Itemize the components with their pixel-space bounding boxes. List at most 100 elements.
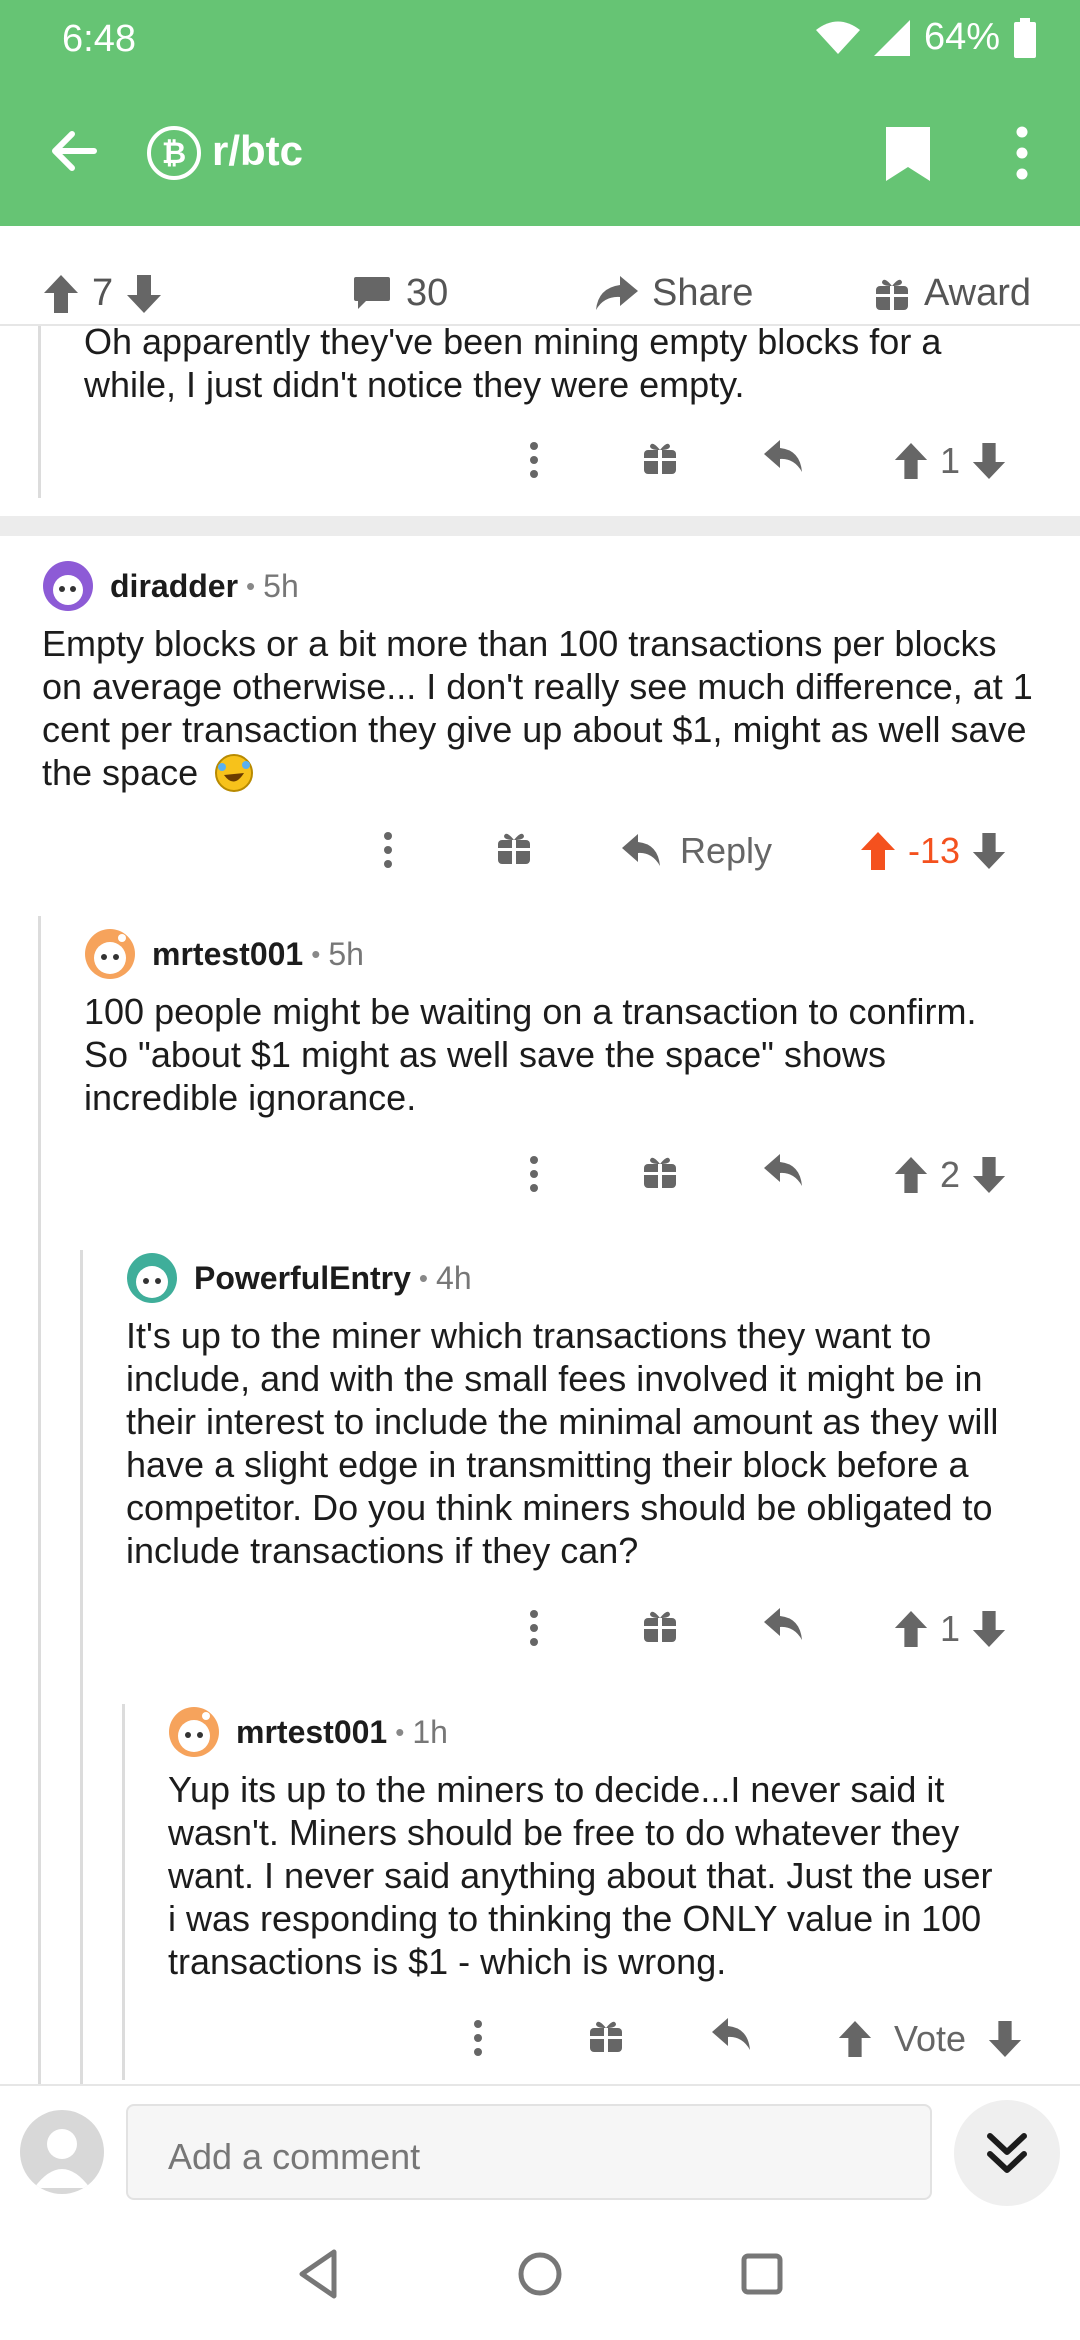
comment-score: 2 bbox=[940, 1154, 961, 1195]
downvote-icon[interactable] bbox=[972, 1611, 1006, 1647]
back-arrow-icon[interactable] bbox=[44, 121, 104, 181]
meta-separator: • bbox=[246, 570, 256, 601]
subreddit-title[interactable]: r/btc bbox=[212, 127, 303, 175]
gift-icon bbox=[644, 1157, 676, 1188]
nav-recents-icon[interactable] bbox=[732, 2244, 792, 2304]
comment-more-button[interactable] bbox=[472, 2018, 484, 2058]
upvote-icon[interactable] bbox=[860, 832, 896, 870]
app-bar: ₿ r/btc bbox=[0, 95, 1080, 210]
add-comment-input[interactable]: Add a comment bbox=[126, 2104, 932, 2200]
comment-score: 1 bbox=[940, 1608, 961, 1649]
comment-meta: mrtest001 • 1h bbox=[168, 1706, 448, 1758]
comment-award-button[interactable] bbox=[642, 440, 678, 476]
share-icon bbox=[596, 275, 638, 310]
comment-reply-button[interactable] bbox=[764, 1608, 804, 1642]
signal-icon bbox=[873, 19, 910, 56]
gift-icon bbox=[590, 2021, 622, 2052]
comment-actions: Reply -13 bbox=[0, 826, 1080, 886]
comment-score: -13 bbox=[908, 830, 961, 871]
comment-award-button[interactable] bbox=[496, 830, 532, 866]
post-award-label: Award bbox=[924, 272, 1032, 314]
status-time: 6:48 bbox=[62, 18, 136, 60]
my-avatar[interactable] bbox=[20, 2110, 104, 2194]
comment-more-button[interactable] bbox=[382, 830, 394, 870]
comment-body: Empty blocks or a bit more than 100 tran… bbox=[42, 623, 1033, 793]
meta-separator: • bbox=[395, 1716, 405, 1747]
more-vert-icon bbox=[530, 1610, 538, 1646]
comment-age: 1h bbox=[412, 1713, 448, 1750]
upvote-icon[interactable] bbox=[838, 2021, 872, 2057]
comment-reply-button[interactable] bbox=[764, 1154, 804, 1188]
username[interactable]: mrtest001 bbox=[236, 1714, 387, 1751]
status-bar: 6:48 64% bbox=[0, 0, 1080, 80]
upvote-icon[interactable] bbox=[44, 274, 78, 313]
comment-vote: Vote bbox=[838, 2018, 1022, 2060]
nav-back-icon[interactable] bbox=[290, 2244, 350, 2304]
comment-more-button[interactable] bbox=[528, 1608, 540, 1648]
reply-icon bbox=[764, 1608, 802, 1640]
post-vote: 7 bbox=[44, 272, 162, 315]
comment-more-button[interactable] bbox=[528, 440, 540, 480]
reply-icon bbox=[764, 1154, 802, 1186]
user-icon bbox=[34, 2129, 90, 2188]
upvote-icon[interactable] bbox=[894, 1611, 928, 1647]
avatar[interactable] bbox=[84, 928, 136, 980]
comment-vote: 2 bbox=[894, 1154, 1006, 1196]
status-icons: 64% bbox=[815, 16, 1036, 59]
svg-text:₿: ₿ bbox=[162, 136, 186, 171]
comment-award-button[interactable] bbox=[642, 1608, 678, 1644]
comment-award-button[interactable] bbox=[642, 1154, 678, 1190]
username[interactable]: mrtest001 bbox=[152, 936, 303, 973]
comment-body: Yup its up to the miners to decide...I n… bbox=[168, 1769, 993, 1982]
comment-award-button[interactable] bbox=[588, 2018, 624, 2054]
wifi-icon bbox=[815, 21, 860, 54]
avatar[interactable] bbox=[42, 560, 94, 612]
reply-icon bbox=[712, 2018, 750, 2050]
comment-reply-button[interactable] bbox=[764, 440, 804, 474]
collapse-comments-button[interactable] bbox=[954, 2100, 1060, 2206]
comment-divider bbox=[0, 516, 1080, 536]
comment-actions: 1 bbox=[0, 1604, 1080, 1664]
gift-icon bbox=[644, 443, 676, 474]
post-share-button[interactable]: Share bbox=[594, 272, 753, 315]
nav-home-icon[interactable] bbox=[510, 2244, 570, 2304]
gift-icon bbox=[498, 833, 530, 864]
upvote-icon[interactable] bbox=[894, 1157, 928, 1193]
more-vert-icon bbox=[384, 832, 392, 868]
downvote-icon[interactable] bbox=[972, 1157, 1006, 1193]
downvote-icon[interactable] bbox=[972, 833, 1006, 869]
reply-icon bbox=[764, 440, 802, 472]
comment-actions: 2 bbox=[0, 1150, 1080, 1210]
more-vert-icon bbox=[530, 1156, 538, 1192]
comment-body: It's up to the miner which transactions … bbox=[126, 1315, 999, 1571]
vote-label: Vote bbox=[894, 2018, 967, 2059]
comment-more-button[interactable] bbox=[528, 1154, 540, 1194]
downvote-icon[interactable] bbox=[127, 274, 162, 313]
downvote-icon[interactable] bbox=[972, 443, 1006, 479]
post-comments-button[interactable]: 30 bbox=[352, 272, 448, 315]
avatar[interactable] bbox=[168, 1706, 220, 1758]
more-vert-icon[interactable] bbox=[1012, 125, 1032, 181]
post-award-button[interactable]: Award bbox=[874, 272, 1031, 315]
upvote-icon[interactable] bbox=[894, 443, 928, 479]
comment-meta: diradder • 5h bbox=[42, 560, 299, 612]
more-vert-icon bbox=[474, 2020, 482, 2056]
bitcoin-icon: ₿ bbox=[147, 126, 201, 180]
comment-reply-button[interactable] bbox=[712, 2018, 752, 2052]
downvote-icon[interactable] bbox=[988, 2021, 1022, 2057]
username[interactable]: diradder bbox=[110, 568, 238, 605]
gift-icon bbox=[644, 1611, 676, 1642]
battery-percent: 64% bbox=[923, 16, 1000, 58]
meta-separator: • bbox=[418, 1262, 429, 1293]
system-nav-bar bbox=[0, 2214, 1080, 2340]
comment-reply-button[interactable]: Reply bbox=[622, 830, 772, 872]
battery-icon bbox=[1014, 17, 1036, 58]
bookmark-icon[interactable] bbox=[882, 125, 934, 183]
comment-score: 1 bbox=[940, 440, 961, 481]
comment-age: 4h bbox=[436, 1259, 472, 1296]
post-action-bar: 7 30 Share Award bbox=[0, 262, 1080, 326]
comment-actions: Vote bbox=[0, 2014, 1080, 2074]
avatar[interactable] bbox=[126, 1252, 178, 1304]
app-header: 6:48 64% ₿ r/btc bbox=[0, 0, 1080, 226]
username[interactable]: PowerfulEntry bbox=[194, 1260, 411, 1297]
